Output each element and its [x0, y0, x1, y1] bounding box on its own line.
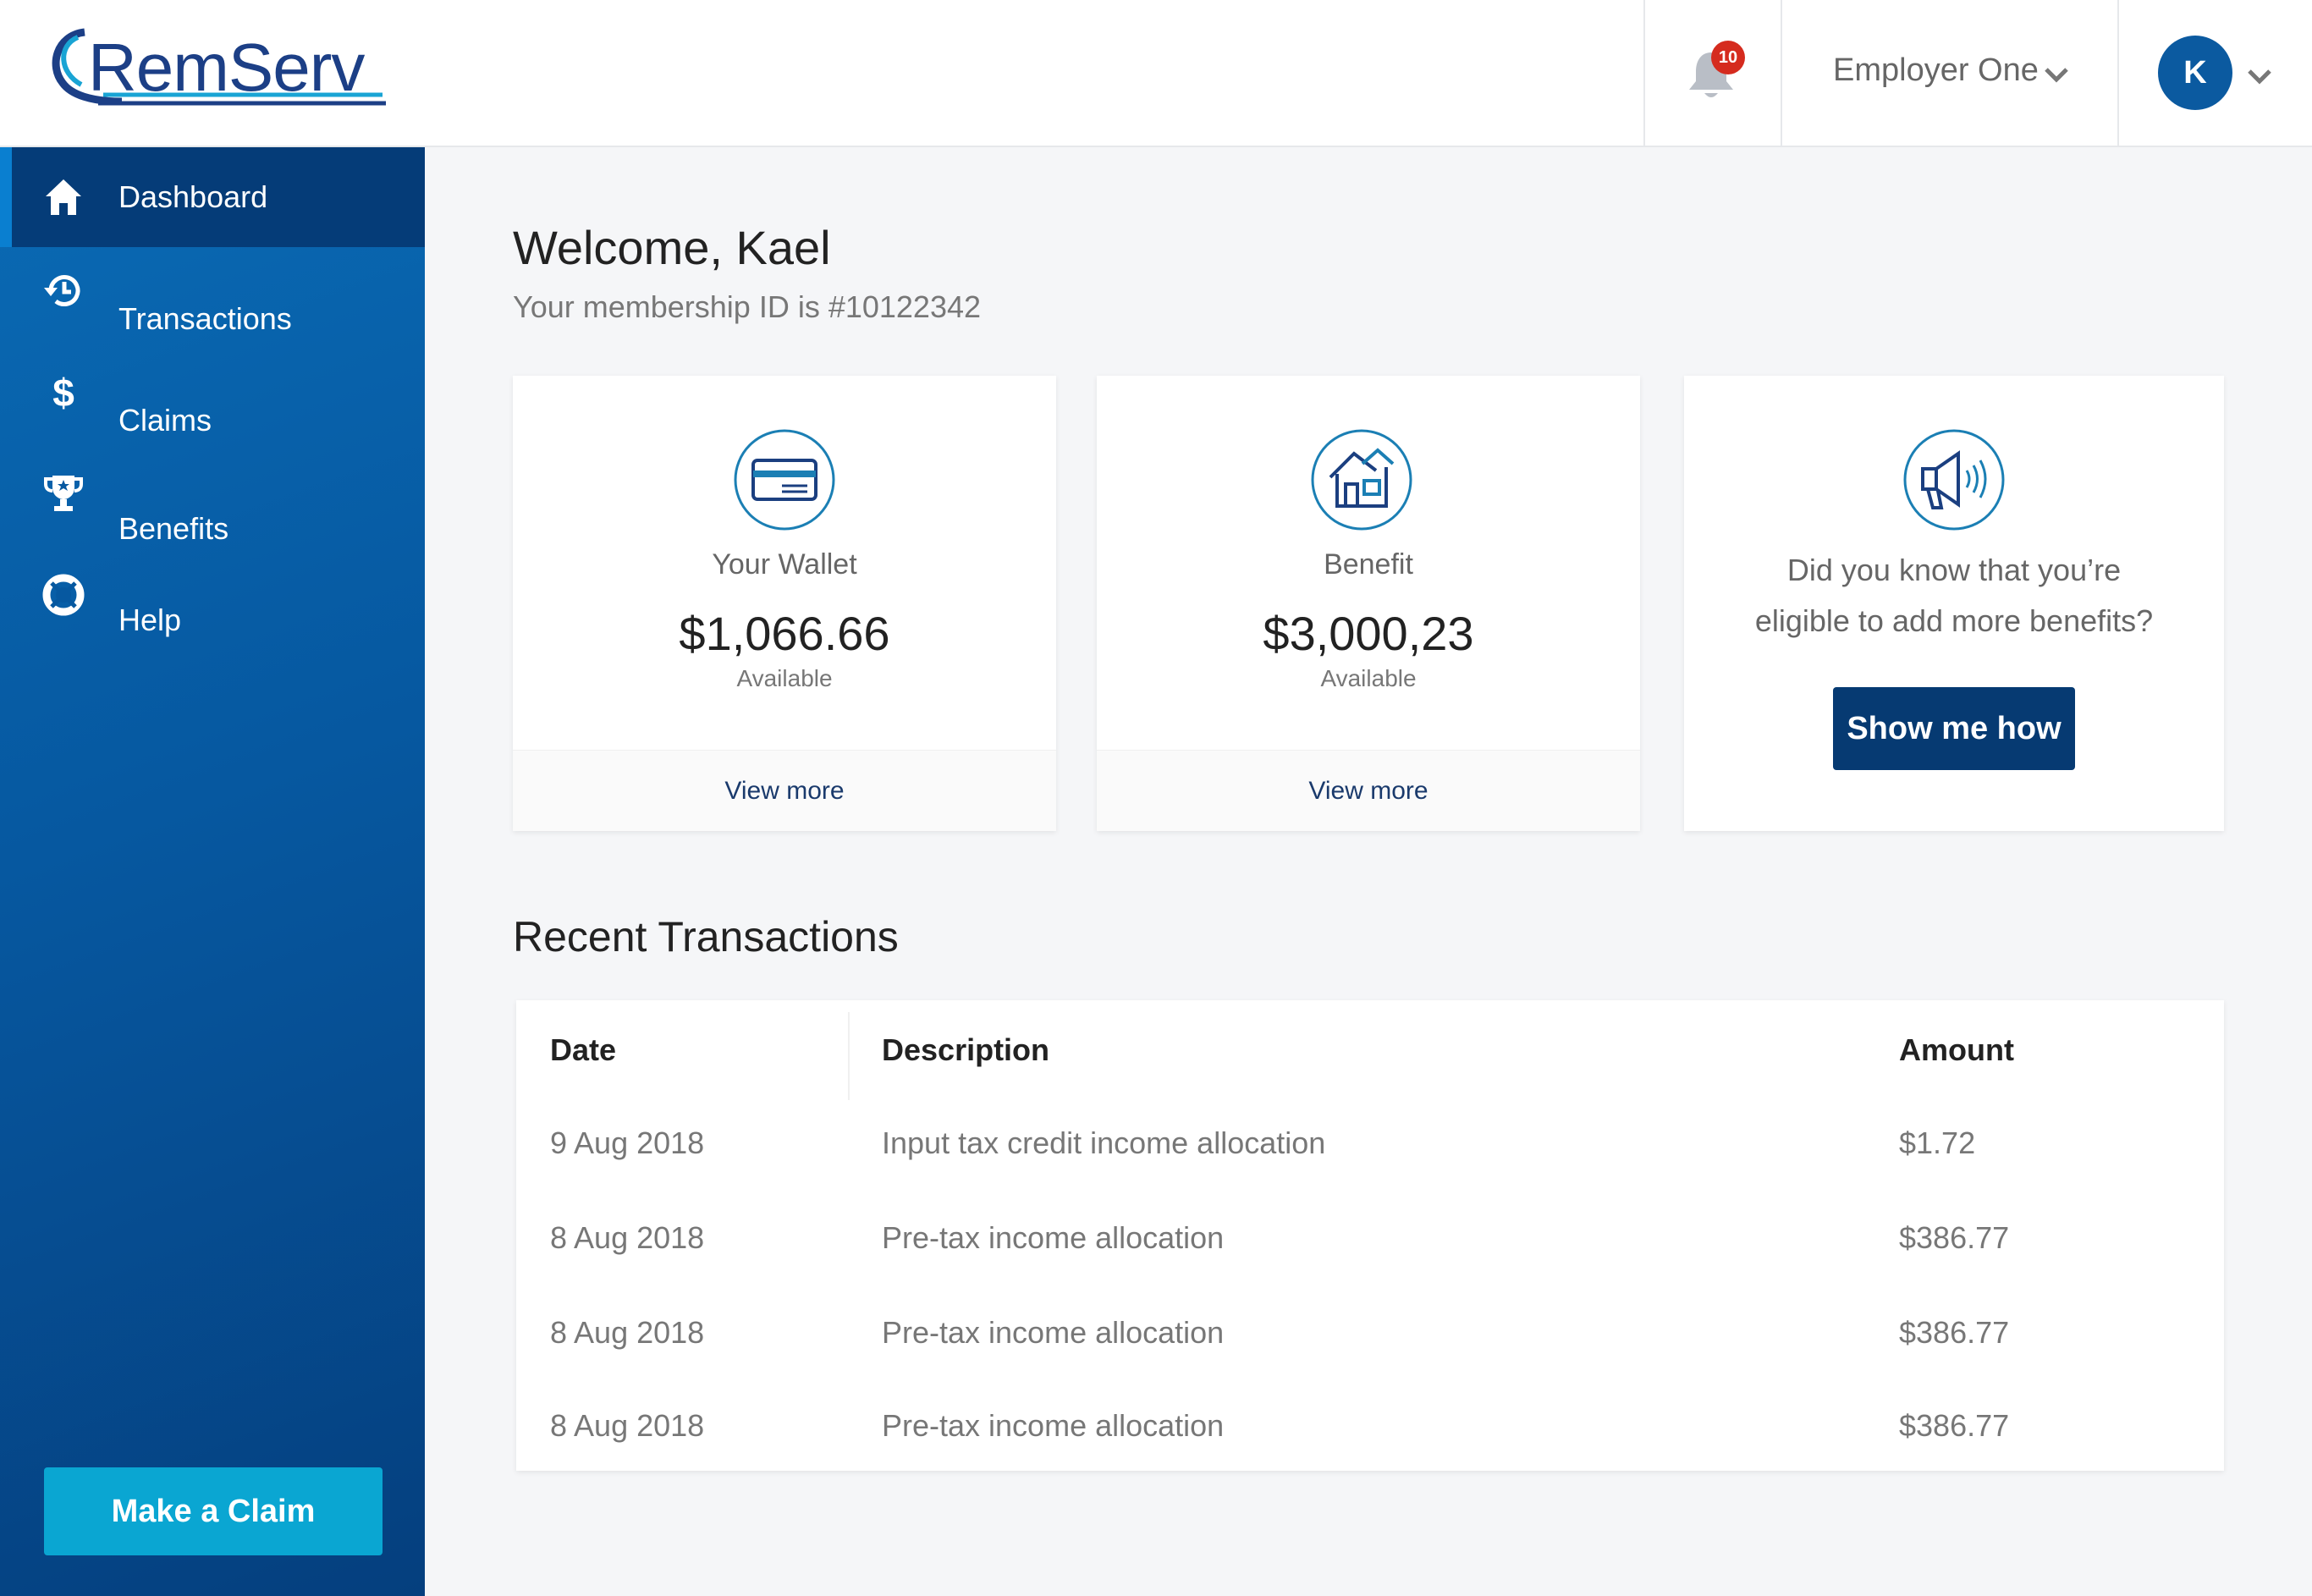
avatar[interactable]: K: [2158, 36, 2232, 110]
sidebar-item-label: Claims: [118, 403, 212, 438]
page-title: Welcome, Kael: [513, 221, 831, 274]
sidebar-item-dashboard[interactable]: Dashboard: [0, 147, 425, 247]
sidebar-item-benefits[interactable]: Benefits: [0, 472, 425, 565]
column-header-amount[interactable]: Amount: [1899, 1032, 2014, 1068]
cell-amount: $1.72: [1899, 1125, 1976, 1160]
home-icon: [46, 179, 81, 215]
sidebar-item-label: Transactions: [118, 301, 292, 336]
sidebar: Dashboard Transactions $ Claims Benefits: [0, 147, 425, 1596]
column-header-description[interactable]: Description: [882, 1032, 1049, 1068]
cell-description: Input tax credit income allocation: [882, 1125, 1326, 1160]
svg-text:$: $: [52, 371, 74, 413]
transactions-table: Date Description Amount 9 Aug 2018 Input…: [516, 1000, 2224, 1471]
sidebar-item-label: Help: [118, 603, 182, 637]
cell-date: 8 Aug 2018: [550, 1408, 705, 1443]
cell-amount: $386.77: [1899, 1408, 2010, 1443]
remserv-logo[interactable]: RemServ: [44, 25, 399, 110]
trophy-icon: [44, 476, 83, 511]
header-divider: [1781, 0, 1782, 147]
column-divider: [848, 1012, 850, 1100]
header-divider: [2117, 0, 2119, 147]
wallet-card: Your Wallet $1,066.66 Available View mor…: [513, 376, 1056, 831]
card-subtitle: Available: [1320, 665, 1417, 691]
benefit-amount: $3,000,23: [1263, 607, 1474, 660]
cell-amount: $386.77: [1899, 1220, 2010, 1255]
benefit-view-more-link[interactable]: View more: [1097, 750, 1640, 831]
cell-date: 8 Aug 2018: [550, 1315, 705, 1350]
sidebar-item-label: Benefits: [118, 511, 229, 546]
sidebar-item-claims[interactable]: $ Claims: [0, 369, 425, 462]
card-title: Your Wallet: [712, 548, 857, 581]
section-title: Recent Transactions: [513, 913, 899, 960]
notification-badge: 10: [1711, 41, 1745, 74]
cell-description: Pre-tax income allocation: [882, 1408, 1225, 1443]
card-subtitle: Available: [736, 665, 833, 691]
make-a-claim-button[interactable]: Make a Claim: [44, 1467, 383, 1555]
chevron-down-icon[interactable]: [2043, 64, 2070, 85]
cell-description: Pre-tax income allocation: [882, 1220, 1225, 1255]
cell-description: Pre-tax income allocation: [882, 1315, 1225, 1350]
history-icon: [44, 275, 80, 306]
cell-amount: $386.77: [1899, 1315, 2010, 1350]
employer-selector[interactable]: Employer One: [1833, 52, 2039, 89]
membership-id: Your membership ID is #10122342: [513, 289, 982, 324]
card-title: Benefit: [1324, 548, 1413, 581]
sidebar-item-transactions[interactable]: Transactions: [0, 266, 425, 359]
promo-card: Did you know that you’re eligible to add…: [1684, 376, 2224, 831]
logo-text: RemServ: [88, 30, 365, 105]
house-icon: [1311, 429, 1412, 531]
benefit-card: Benefit $3,000,23 Available View more: [1097, 376, 1640, 831]
dollar-icon: $: [52, 371, 74, 413]
chevron-down-icon[interactable]: [2246, 66, 2273, 86]
sidebar-item-label: Dashboard: [118, 179, 268, 214]
top-header: RemServ 10 Employer One K: [0, 0, 2312, 147]
cell-date: 9 Aug 2018: [550, 1125, 705, 1160]
promo-line: eligible to add more benefits?: [1754, 603, 2154, 638]
column-header-date[interactable]: Date: [550, 1032, 616, 1068]
promo-text: Did you know that you’re eligible to add…: [1718, 545, 2190, 647]
promo-line: Did you know that you’re: [1786, 553, 2122, 587]
cell-date: 8 Aug 2018: [550, 1220, 705, 1255]
header-divider: [1643, 0, 1645, 147]
megaphone-icon: [1903, 429, 2005, 531]
lifebuoy-icon: [42, 574, 85, 616]
credit-card-icon: [734, 429, 835, 531]
sidebar-item-help[interactable]: Help: [0, 564, 425, 657]
wallet-view-more-link[interactable]: View more: [513, 750, 1056, 831]
wallet-amount: $1,066.66: [679, 607, 890, 660]
show-me-how-button[interactable]: Show me how: [1833, 687, 2075, 770]
